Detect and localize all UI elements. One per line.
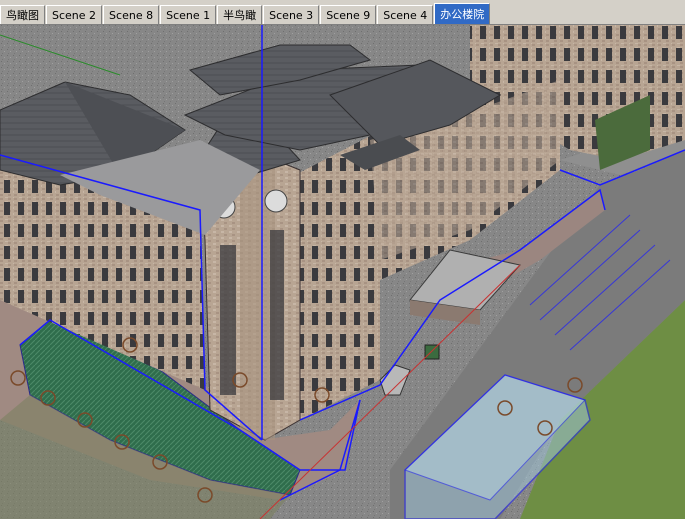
scene-tab-scene-3[interactable]: Scene 3 bbox=[263, 5, 320, 24]
scene-tab-bar: 鸟瞰图 Scene 2 Scene 8 Scene 1 半鸟瞰 Scene 3 … bbox=[0, 0, 685, 25]
scene-tab-scene-9[interactable]: Scene 9 bbox=[320, 5, 377, 24]
scene-tab-scene-1[interactable]: Scene 1 bbox=[160, 5, 217, 24]
clock-face-right bbox=[264, 189, 288, 213]
model-render bbox=[0, 25, 685, 519]
scene-tab-scene-2[interactable]: Scene 2 bbox=[46, 5, 103, 24]
scene-tab-scene-8[interactable]: Scene 8 bbox=[103, 5, 160, 24]
scene-tab-office-courtyard[interactable]: 办公楼院 bbox=[434, 3, 491, 24]
scene-tab-half-aerial[interactable]: 半鸟瞰 bbox=[217, 5, 263, 24]
scene-tab-scene-4[interactable]: Scene 4 bbox=[377, 5, 434, 24]
scene-tab-aerial[interactable]: 鸟瞰图 bbox=[0, 5, 45, 24]
3d-model-viewport[interactable] bbox=[0, 25, 685, 519]
